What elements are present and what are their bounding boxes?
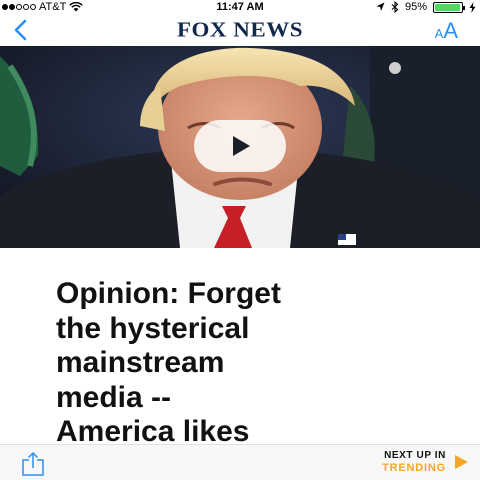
next-up-topic: TRENDING (382, 462, 446, 474)
bluetooth-icon (391, 1, 399, 13)
play-icon (233, 136, 250, 156)
triangle-right-icon (455, 455, 468, 469)
bottom-toolbar: NEXT UP IN TRENDING (0, 444, 480, 480)
text-size-large-glyph: A (443, 18, 458, 43)
battery-icon (433, 1, 465, 13)
share-icon (22, 451, 44, 476)
battery-percent: 95% (404, 1, 427, 13)
text-size-small-glyph: A (434, 26, 444, 41)
status-bar: AT&T 11:47 AM 95% (0, 0, 480, 16)
play-button[interactable] (194, 120, 286, 172)
share-button[interactable] (20, 451, 46, 476)
battery-level (435, 3, 460, 11)
location-icon (376, 2, 385, 11)
next-up-trending-button[interactable]: NEXT UP IN TRENDING (382, 450, 468, 474)
status-right: 95% (376, 1, 476, 13)
next-up-label: NEXT UP IN (384, 450, 446, 461)
nav-bar: FOX NEWS A A (0, 16, 480, 46)
charging-icon (469, 1, 476, 13)
fox-news-logo: FOX NEWS (176, 18, 304, 42)
next-up-text: NEXT UP IN TRENDING (382, 450, 446, 474)
text-size-button[interactable]: A A (435, 18, 458, 42)
video-thumbnail[interactable] (0, 46, 480, 248)
